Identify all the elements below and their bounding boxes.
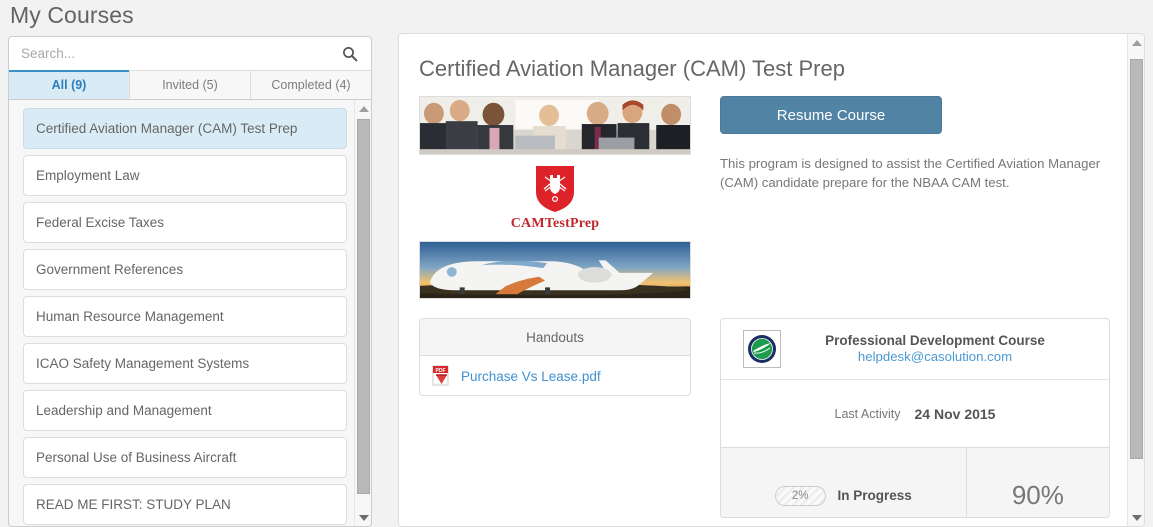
search-icon[interactable]	[337, 46, 363, 62]
list-item[interactable]: ICAO Safety Management Systems	[23, 343, 347, 384]
course-resources-row: Handouts PDF Purchase Vs Lease.pdf Profe…	[419, 318, 1126, 518]
list-item[interactable]: Personal Use of Business Aircraft	[23, 437, 347, 478]
list-item[interactable]: Certified Aviation Manager (CAM) Test Pr…	[23, 108, 347, 149]
course-browser-panel: All (9) Invited (5) Completed (4) Certif…	[8, 36, 372, 527]
course-list: Certified Aviation Manager (CAM) Test Pr…	[9, 100, 353, 526]
detail-panel-scrollbar[interactable]	[1127, 34, 1144, 526]
business-meeting-photo	[419, 96, 691, 155]
page-title: My Courses	[10, 2, 134, 28]
organization-email-link[interactable]: helpdesk@casolution.com	[858, 349, 1012, 364]
list-item[interactable]: Leadership and Management	[23, 390, 347, 431]
scroll-up-icon[interactable]	[355, 100, 371, 117]
scrollbar-thumb[interactable]	[1130, 59, 1143, 459]
handouts-card: Handouts PDF Purchase Vs Lease.pdf	[419, 318, 691, 396]
list-item[interactable]: READ ME FIRST: STUDY PLAN	[23, 484, 347, 525]
pdf-icon: PDF	[432, 365, 449, 386]
course-list-scrollbar[interactable]	[354, 100, 371, 526]
course-overview-row: CAMTestPrep Resume Course This program i…	[419, 96, 1126, 299]
course-list-container: Certified Aviation Manager (CAM) Test Pr…	[8, 100, 372, 527]
list-item[interactable]: Employment Law	[23, 155, 347, 196]
seal-icon	[748, 335, 776, 363]
scroll-down-icon[interactable]	[1128, 509, 1144, 526]
tab-invited[interactable]: Invited (5)	[130, 71, 251, 99]
list-item[interactable]: Federal Excise Taxes	[23, 202, 347, 243]
handout-file-link[interactable]: Purchase Vs Lease.pdf	[461, 369, 601, 384]
organization-titles: Professional Development Course helpdesk…	[781, 333, 1109, 366]
business-jet-photo	[419, 241, 691, 299]
svg-text:PDF: PDF	[436, 368, 446, 374]
search-box	[8, 36, 372, 70]
course-title: Certified Aviation Manager (CAM) Test Pr…	[419, 56, 845, 81]
course-media-column: CAMTestPrep	[419, 96, 691, 299]
last-activity-label: Last Activity	[834, 406, 901, 421]
scrollbar-thumb[interactable]	[357, 119, 370, 494]
scroll-up-icon[interactable]	[1128, 34, 1144, 51]
progress-row: 2% In Progress 90%	[721, 447, 1109, 517]
course-detail-body: Certified Aviation Manager (CAM) Test Pr…	[399, 34, 1126, 526]
resume-course-button[interactable]: Resume Course	[720, 96, 942, 134]
scroll-down-icon[interactable]	[355, 509, 371, 526]
status-badge: In Progress	[837, 488, 912, 503]
logo-text: CAMTestPrep	[510, 216, 600, 231]
course-action-column: Resume Course This program is designed t…	[720, 96, 1120, 299]
handout-item[interactable]: PDF Purchase Vs Lease.pdf	[420, 356, 690, 395]
shield-icon	[536, 166, 574, 212]
filter-tabs: All (9) Invited (5) Completed (4)	[8, 70, 372, 100]
last-activity-row: Last Activity 24 Nov 2015	[721, 379, 1109, 447]
course-detail-panel: Certified Aviation Manager (CAM) Test Pr…	[398, 33, 1145, 527]
tab-completed[interactable]: Completed (4)	[251, 71, 371, 99]
score-value: 90%	[1011, 480, 1064, 510]
course-description: This program is designed to assist the C…	[720, 156, 1101, 190]
score-cell: 90%	[967, 448, 1109, 517]
organization-name: Professional Development Course	[825, 332, 1045, 348]
camtestprep-logo: CAMTestPrep	[419, 155, 691, 240]
organization-seal	[743, 330, 781, 368]
list-item[interactable]: Human Resource Management	[23, 296, 347, 337]
last-activity-date: 24 Nov 2015	[914, 405, 996, 422]
handouts-header: Handouts	[420, 319, 690, 356]
list-item[interactable]: Government References	[23, 249, 347, 290]
progress-status-cell: 2% In Progress	[721, 448, 967, 517]
progress-badge: 2%	[774, 485, 826, 506]
search-input[interactable]	[9, 37, 337, 70]
organization-header: Professional Development Course helpdesk…	[721, 319, 1109, 379]
course-info-card: Professional Development Course helpdesk…	[720, 318, 1110, 518]
tab-all[interactable]: All (9)	[9, 70, 130, 99]
